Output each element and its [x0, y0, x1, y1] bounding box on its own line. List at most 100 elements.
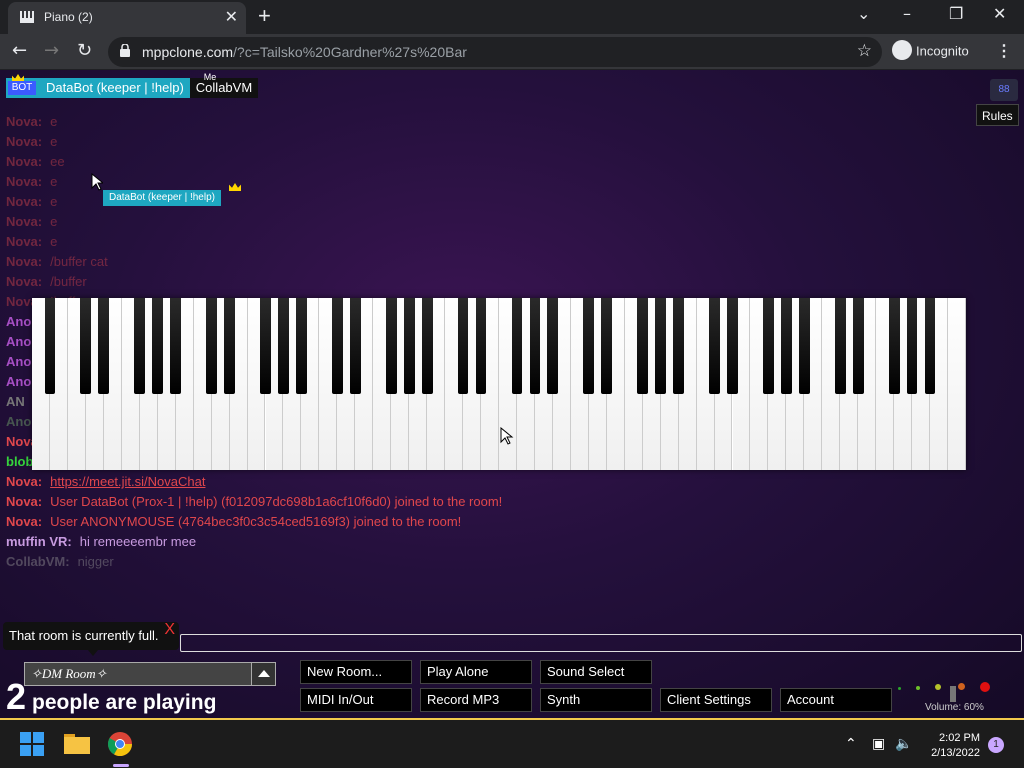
chat-message: muffin VR: hi remeeeembr mee: [6, 532, 1016, 552]
black-key[interactable]: [834, 298, 846, 394]
black-key[interactable]: [385, 298, 397, 394]
chat-nick: Nova:: [6, 234, 43, 249]
black-key[interactable]: [655, 298, 667, 394]
black-key[interactable]: [727, 298, 738, 394]
chat-message: Nova: ee: [6, 152, 1016, 172]
black-key[interactable]: [511, 298, 523, 394]
black-key[interactable]: [906, 298, 918, 394]
black-key[interactable]: [349, 298, 361, 394]
midi-button[interactable]: MIDI In/Out: [300, 688, 412, 712]
black-key[interactable]: [673, 298, 684, 394]
sound-select-button[interactable]: Sound Select: [540, 660, 652, 684]
windows-start-icon[interactable]: [20, 732, 44, 756]
black-key[interactable]: [888, 298, 900, 394]
user-databot[interactable]: BOT DataBot (keeper | !help): [6, 74, 190, 98]
tray-chevron-icon[interactable]: ⌃: [845, 736, 857, 752]
url-host: mppclone.com: [142, 44, 234, 60]
account-button[interactable]: Account: [780, 688, 892, 712]
chat-nick: Ano: [6, 354, 32, 369]
black-key[interactable]: [206, 298, 217, 394]
address-bar: ← → ↻ mppclone.com/?c=Tailsko%20Gardner%…: [0, 34, 1024, 70]
black-key[interactable]: [403, 298, 415, 394]
back-icon[interactable]: ←: [12, 40, 27, 61]
network-icon[interactable]: ▣: [872, 736, 885, 752]
black-key[interactable]: [780, 298, 792, 394]
dropdown-arrow-icon[interactable]: [251, 663, 275, 685]
piano-room-page: BOT DataBot (keeper | !help) Me CollabVM…: [0, 70, 1024, 718]
black-key[interactable]: [457, 298, 469, 394]
black-key[interactable]: [152, 298, 164, 394]
chat-message: Nova: /buffer: [6, 272, 1016, 292]
black-key[interactable]: [709, 298, 720, 394]
black-key[interactable]: [134, 298, 146, 394]
black-key[interactable]: [224, 298, 235, 394]
minimize-icon[interactable]: –: [903, 4, 911, 23]
client-settings-button[interactable]: Client Settings: [660, 688, 772, 712]
black-key[interactable]: [260, 298, 271, 394]
file-explorer-icon[interactable]: [64, 732, 90, 754]
black-key[interactable]: [637, 298, 649, 394]
black-key[interactable]: [852, 298, 864, 394]
white-key[interactable]: [948, 298, 966, 470]
restore-icon[interactable]: ❐: [949, 4, 963, 23]
new-room-button[interactable]: New Room...: [300, 660, 412, 684]
player-count: 2 people are playing: [6, 676, 216, 718]
chat-nick: Nova:: [6, 514, 43, 529]
volume-label: Volume: 60%: [925, 702, 984, 713]
black-key[interactable]: [98, 298, 110, 394]
forward-icon[interactable]: →: [44, 40, 59, 61]
chat-input[interactable]: [180, 634, 1022, 652]
bot-badge: BOT: [8, 81, 36, 95]
black-key[interactable]: [278, 298, 289, 394]
reload-icon[interactable]: ↻: [77, 40, 92, 61]
tab-close-icon[interactable]: ✕: [225, 7, 238, 27]
black-key[interactable]: [763, 298, 774, 394]
black-key[interactable]: [547, 298, 559, 394]
record-mp3-button[interactable]: Record MP3: [420, 688, 532, 712]
browser-tab[interactable]: Piano (2) ✕: [8, 2, 246, 34]
black-key[interactable]: [170, 298, 182, 394]
tab-title: Piano (2): [44, 10, 93, 24]
notification-badge[interactable]: 1: [988, 737, 1004, 753]
speaker-icon[interactable]: 🔈: [895, 736, 912, 752]
chat-message: Nova: https://meet.jit.si/NovaChat: [6, 472, 1016, 492]
piano-keyboard[interactable]: [32, 298, 966, 470]
black-key[interactable]: [80, 298, 92, 394]
black-key[interactable]: [331, 298, 343, 394]
black-key[interactable]: [421, 298, 433, 394]
chat-link[interactable]: https://meet.jit.si/NovaChat: [50, 474, 205, 489]
play-alone-button[interactable]: Play Alone: [420, 660, 532, 684]
chat-message: Nova: e: [6, 212, 1016, 232]
chrome-icon[interactable]: [108, 732, 132, 756]
incognito-indicator[interactable]: Incognito: [892, 40, 969, 62]
taskbar-clock[interactable]: 2:02 PM 2/13/2022: [920, 731, 980, 761]
new-tab-button[interactable]: +: [258, 3, 271, 29]
black-key[interactable]: [44, 298, 56, 394]
bookmark-star-icon[interactable]: ☆: [857, 41, 872, 61]
chat-message: Nova: e: [6, 232, 1016, 252]
chat-message: Nova: e: [6, 172, 1016, 192]
user-collabvm[interactable]: Me CollabVM: [189, 72, 259, 98]
chat-text: e: [50, 214, 58, 229]
synth-button[interactable]: Synth: [540, 688, 652, 712]
window-close-icon[interactable]: ✕: [993, 4, 1006, 23]
user-list: BOT DataBot (keeper | !help) Me CollabVM: [6, 72, 259, 98]
volume-knob[interactable]: [950, 686, 956, 702]
black-key[interactable]: [924, 298, 936, 394]
black-key[interactable]: [475, 298, 487, 394]
grid-toggle-button[interactable]: 88: [990, 79, 1018, 101]
black-key[interactable]: [601, 298, 613, 394]
tab-search-icon[interactable]: ⌄: [857, 4, 870, 23]
chat-nick: Nova:: [6, 274, 43, 289]
notice-close-button[interactable]: X: [164, 616, 175, 644]
url-field[interactable]: mppclone.com/?c=Tailsko%20Gardner%27s%20…: [108, 37, 882, 67]
url-text: mppclone.com/?c=Tailsko%20Gardner%27s%20…: [142, 44, 467, 60]
browser-menu-icon[interactable]: ⋮: [996, 41, 1012, 61]
black-key[interactable]: [583, 298, 595, 394]
black-key[interactable]: [798, 298, 810, 394]
black-key[interactable]: [296, 298, 307, 394]
meter-dot: [980, 682, 990, 692]
volume-control[interactable]: Volume: 60%: [892, 678, 1022, 718]
black-key[interactable]: [529, 298, 541, 394]
room-full-notice: That room is currently full. X: [3, 621, 179, 650]
